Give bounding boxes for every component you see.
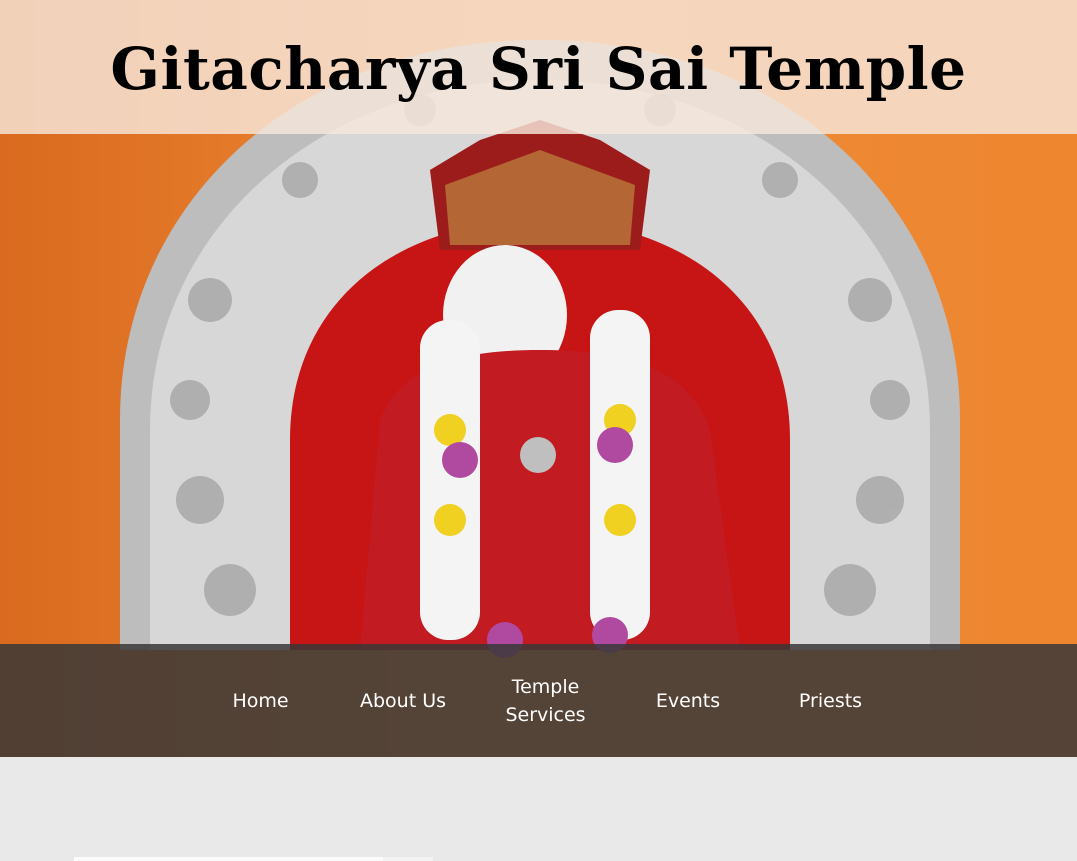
main-content-area bbox=[0, 757, 1077, 861]
nav-item-priests[interactable]: Priests bbox=[759, 687, 902, 715]
nav-item-temple-services[interactable]: Temple Services bbox=[474, 673, 617, 729]
header-title-band: Gitacharya Sri Sai Temple bbox=[0, 0, 1077, 134]
site-title: Gitacharya Sri Sai Temple bbox=[110, 35, 967, 103]
nav-item-events[interactable]: Events bbox=[617, 687, 760, 715]
nav-list: Home About Us Temple Services Events Pri… bbox=[189, 673, 902, 729]
content-card-left-top-edge bbox=[74, 857, 383, 861]
main-navigation: Home About Us Temple Services Events Pri… bbox=[0, 644, 1077, 757]
nav-item-temple-services-line1: Temple bbox=[511, 675, 580, 698]
content-card-divider-edge bbox=[383, 857, 433, 861]
nav-item-about-us[interactable]: About Us bbox=[332, 687, 475, 715]
hero-banner: Gitacharya Sri Sai Temple Home About Us … bbox=[0, 0, 1077, 757]
nav-item-temple-services-line2: Services bbox=[505, 703, 586, 726]
nav-item-home[interactable]: Home bbox=[189, 687, 332, 715]
